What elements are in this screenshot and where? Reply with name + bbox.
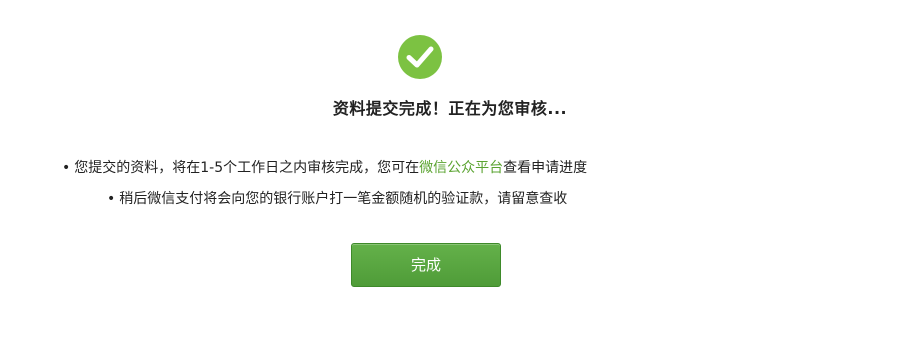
- note-text: 稍后微信支付将会向您的银行账户打一笔金额随机的验证款，请留意查收: [119, 191, 568, 207]
- done-button[interactable]: 完成: [351, 243, 501, 287]
- note-item: • 稍后微信支付将会向您的银行账户打一笔金额随机的验证款，请留意查收: [107, 188, 567, 210]
- success-icon: [397, 34, 443, 80]
- bullet: •: [62, 160, 71, 176]
- bullet: •: [107, 191, 116, 207]
- wechat-platform-link[interactable]: 微信公众平台: [419, 160, 503, 176]
- note-item: • 您提交的资料，将在1-5个工作日之内审核完成，您可在微信公众平台查看申请进度: [62, 157, 587, 179]
- check-circle-icon: [398, 35, 442, 79]
- page-title: 资料提交完成！正在为您审核...: [332, 99, 568, 118]
- note-text: 您提交的资料，将在1-5个工作日之内审核完成，您可在: [74, 160, 420, 176]
- note-text: 查看申请进度: [503, 160, 588, 176]
